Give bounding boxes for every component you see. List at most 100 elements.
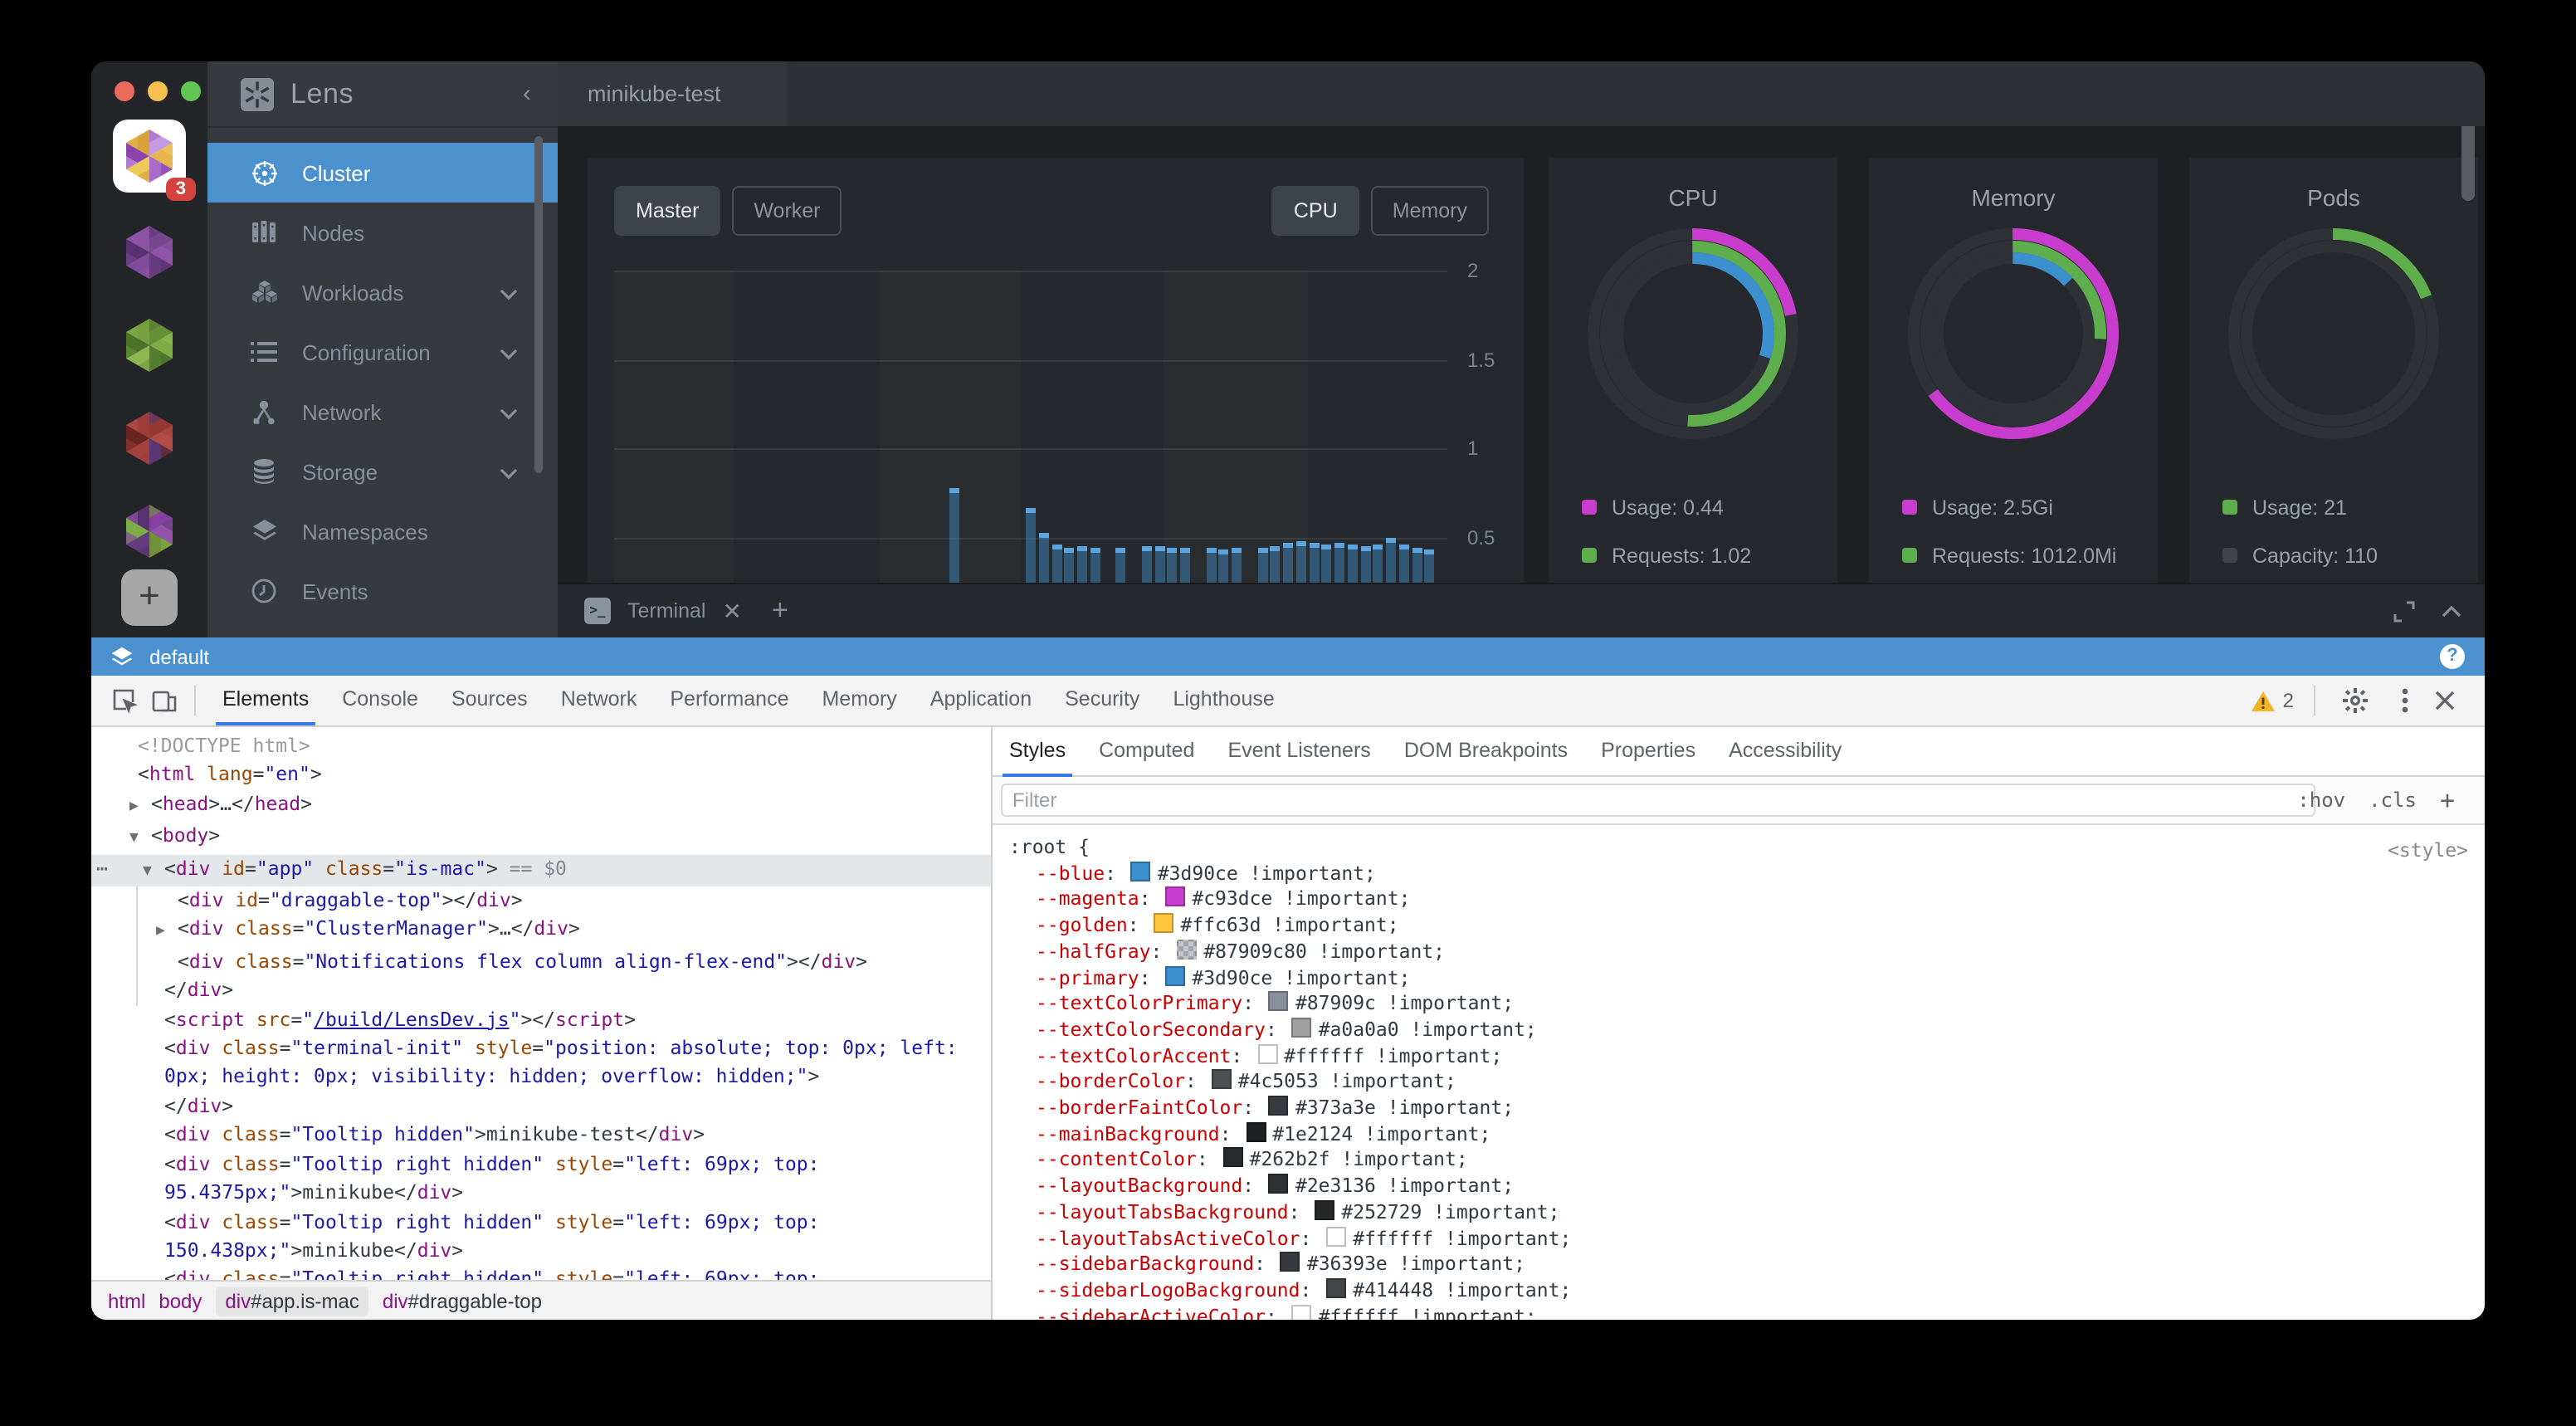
css-variable-row[interactable]: --layoutTabsActiveColor: #ffffff !import… xyxy=(993,1226,2485,1252)
dom-tree-row[interactable]: <div class="Tooltip hidden">minikube-tes… xyxy=(91,1121,991,1150)
traffic-light-minimize[interactable] xyxy=(148,81,168,101)
color-swatch[interactable] xyxy=(1212,1070,1232,1090)
color-swatch[interactable] xyxy=(1281,1253,1300,1272)
expander-closed-icon[interactable]: ▶ xyxy=(156,919,178,948)
cluster-tile-active[interactable]: 3 xyxy=(113,120,186,193)
color-swatch[interactable] xyxy=(1165,887,1185,907)
cluster-tile-purple[interactable] xyxy=(113,216,186,289)
color-swatch[interactable] xyxy=(1177,940,1197,960)
css-selector[interactable]: :root { xyxy=(993,835,2485,861)
devtools-tab-sources[interactable]: Sources xyxy=(435,676,544,725)
color-swatch[interactable] xyxy=(1131,861,1151,881)
styles-tab-accessibility[interactable]: Accessibility xyxy=(1712,726,1858,776)
css-variable-row[interactable]: --layoutBackground: #2e3136 !important; xyxy=(993,1174,2485,1199)
css-variable-row[interactable]: --textColorAccent: #ffffff !important; xyxy=(993,1043,2485,1069)
expander-closed-icon[interactable]: ▶ xyxy=(129,794,151,823)
devtools-tab-performance[interactable]: Performance xyxy=(653,676,805,725)
css-variable-row[interactable]: --primary: #3d90ce !important; xyxy=(993,965,2485,991)
cluster-tile-red[interactable] xyxy=(113,402,186,475)
sidebar-item-storage[interactable]: Storage xyxy=(207,442,558,501)
devtools-tab-memory[interactable]: Memory xyxy=(806,676,914,725)
css-variable-row[interactable]: --blue: #3d90ce !important; xyxy=(993,861,2485,886)
css-variable-row[interactable]: --borderColor: #4c5053 !important; xyxy=(993,1070,2485,1096)
devtools-tab-console[interactable]: Console xyxy=(325,676,435,725)
styles-tab-event-listeners[interactable]: Event Listeners xyxy=(1211,726,1387,776)
breadcrumb-item[interactable]: div#draggable-top xyxy=(383,1289,542,1312)
dom-tree-row[interactable]: ▶<head>…</head> xyxy=(91,790,991,823)
sidebar-item-namespaces[interactable]: Namespaces xyxy=(207,501,558,561)
color-swatch[interactable] xyxy=(1315,1200,1334,1220)
gear-icon[interactable] xyxy=(2342,687,2369,714)
sidebar-collapse-icon[interactable]: ‹ xyxy=(523,80,531,108)
color-swatch[interactable] xyxy=(1292,1304,1312,1320)
style-source-link[interactable]: <style> xyxy=(2388,838,2468,864)
cluster-tile-green[interactable] xyxy=(113,309,186,382)
sidebar-item-nodes[interactable]: Nodes xyxy=(207,203,558,262)
css-variable-row[interactable]: --golden: #ffc63d !important; xyxy=(993,913,2485,939)
css-variable-row[interactable]: --halfGray: #87909c80 !important; xyxy=(993,940,2485,965)
dom-tree-row[interactable]: ▼<body> xyxy=(91,822,991,854)
worker-tab[interactable]: Worker xyxy=(732,186,842,236)
color-swatch[interactable] xyxy=(1257,1043,1277,1063)
dom-tree-row[interactable]: <div class="Notifications flex column al… xyxy=(91,948,991,977)
color-swatch[interactable] xyxy=(1165,965,1185,985)
inspect-element-icon[interactable] xyxy=(111,687,138,714)
color-swatch[interactable] xyxy=(1269,1174,1289,1194)
css-variable-row[interactable]: --sidebarActiveColor: #ffffff !important… xyxy=(993,1304,2485,1320)
dom-tree-row[interactable]: </div> xyxy=(91,977,991,1006)
warning-count[interactable]: 2 xyxy=(2283,689,2294,712)
hov-toggle[interactable]: :hov xyxy=(2297,789,2345,812)
styles-filter-input[interactable] xyxy=(1001,784,2315,817)
devtools-tab-lighthouse[interactable]: Lighthouse xyxy=(1156,676,1290,725)
sidebar-scrollbar[interactable] xyxy=(534,136,543,473)
cls-toggle[interactable]: .cls xyxy=(2369,789,2417,812)
sidebar-item-configuration[interactable]: Configuration xyxy=(207,322,558,382)
add-cluster-button[interactable]: + xyxy=(121,569,178,626)
new-rule-button[interactable]: + xyxy=(2440,785,2455,815)
color-swatch[interactable] xyxy=(1269,991,1289,1011)
sidebar-item-events[interactable]: Events xyxy=(207,561,558,621)
styles-tab-properties[interactable]: Properties xyxy=(1584,726,1712,776)
styles-tab-styles[interactable]: Styles xyxy=(993,726,1082,776)
device-toolbar-icon[interactable] xyxy=(151,687,178,714)
dom-tree-row[interactable]: <div id="draggable-top"></div> xyxy=(91,886,991,916)
expander-open-icon[interactable]: ▼ xyxy=(143,857,164,886)
color-swatch[interactable] xyxy=(1246,1121,1266,1141)
dom-tree-row[interactable]: <div class="Tooltip right hidden" style=… xyxy=(91,1266,991,1280)
terminal-tab-label[interactable]: Terminal xyxy=(627,599,706,623)
namespace-label[interactable]: default xyxy=(149,645,209,668)
css-variable-row[interactable]: --mainBackground: #1e2124 !important; xyxy=(993,1121,2485,1147)
sidebar-item-workloads[interactable]: Workloads xyxy=(207,262,558,322)
dom-tree-row[interactable]: ⋯▼<div id="app" class="is-mac"> == $0 xyxy=(91,854,991,886)
dom-tree-row[interactable]: <html lang="en"> xyxy=(91,761,991,790)
dom-tree-row[interactable]: <div class="Tooltip right hidden" style=… xyxy=(91,1208,991,1266)
sidebar-item-cluster[interactable]: Cluster xyxy=(207,143,558,203)
devtools-tab-application[interactable]: Application xyxy=(914,676,1048,725)
chevron-down-icon[interactable] xyxy=(500,399,518,424)
color-swatch[interactable] xyxy=(1326,1278,1346,1298)
css-variable-row[interactable]: --textColorPrimary: #87909c !important; xyxy=(993,991,2485,1017)
cpu-tab[interactable]: CPU xyxy=(1272,186,1359,236)
styles-tab-computed[interactable]: Computed xyxy=(1082,726,1211,776)
traffic-light-close[interactable] xyxy=(115,81,134,101)
css-variable-row[interactable]: --textColorSecondary: #a0a0a0 !important… xyxy=(993,1018,2485,1043)
dom-tree-row[interactable]: <div class="terminal-init" style="positi… xyxy=(91,1034,991,1092)
breadcrumb-item[interactable]: html xyxy=(108,1289,145,1312)
css-variable-row[interactable]: --contentColor: #262b2f !important; xyxy=(993,1148,2485,1174)
devtools-tab-elements[interactable]: Elements xyxy=(206,676,325,725)
color-swatch[interactable] xyxy=(1292,1018,1312,1038)
color-swatch[interactable] xyxy=(1326,1226,1346,1246)
color-swatch[interactable] xyxy=(1154,913,1174,933)
help-icon[interactable]: ? xyxy=(2440,644,2465,669)
sidebar-item-network[interactable]: Network xyxy=(207,382,558,442)
chevron-down-icon[interactable] xyxy=(500,280,518,305)
css-variable-row[interactable]: --layoutTabsBackground: #252729 !importa… xyxy=(993,1200,2485,1226)
kebab-menu-icon[interactable] xyxy=(2402,687,2408,714)
css-variable-row[interactable]: --borderFaintColor: #373a3e !important; xyxy=(993,1096,2485,1121)
color-swatch[interactable] xyxy=(1269,1096,1289,1116)
devtools-tab-network[interactable]: Network xyxy=(544,676,654,725)
warning-icon[interactable] xyxy=(2252,690,2276,711)
dom-tree-row[interactable]: ▶<div class="ClusterManager">…</div> xyxy=(91,916,991,948)
expand-dock-icon[interactable] xyxy=(2393,600,2415,622)
chevron-up-icon[interactable] xyxy=(2442,605,2461,617)
